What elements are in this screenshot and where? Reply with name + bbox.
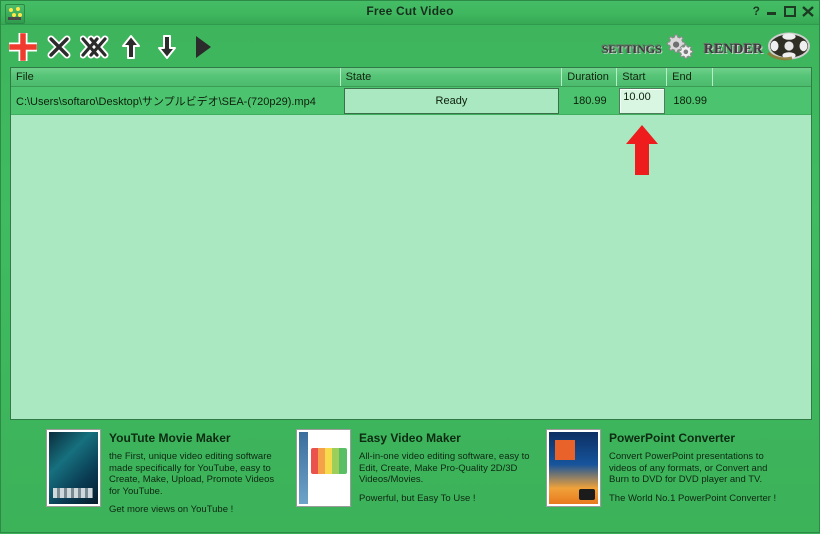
- promo-description: All-in-one video editing software, easy …: [359, 451, 530, 485]
- cell-file-path[interactable]: C:\Users\softaro\Desktop\サンプルビデオ\SEA-(72…: [11, 93, 341, 109]
- cell-state: Ready: [341, 87, 563, 114]
- column-header-state[interactable]: State: [341, 68, 563, 86]
- render-button[interactable]: Render: [704, 31, 811, 68]
- file-list-header: File State Duration Start End: [11, 68, 811, 87]
- title-bar: Free Cut Video ?: [1, 1, 819, 25]
- play-button[interactable]: [187, 30, 219, 64]
- promo-easy-video-maker[interactable]: Easy Video Maker All-in-one video editin…: [296, 429, 541, 534]
- window-title: Free Cut Video: [366, 4, 454, 18]
- move-down-button[interactable]: [151, 30, 183, 64]
- column-header-extra[interactable]: [713, 68, 811, 86]
- promo-youtute-movie-maker[interactable]: YouTute Movie Maker the First, unique vi…: [46, 429, 286, 534]
- window-controls: ?: [753, 4, 814, 18]
- remove-file-button[interactable]: [43, 30, 75, 64]
- table-row[interactable]: C:\Users\softaro\Desktop\サンプルビデオ\SEA-(72…: [11, 87, 811, 115]
- maximize-icon[interactable]: [784, 5, 796, 17]
- promo-title[interactable]: Easy Video Maker: [359, 431, 541, 445]
- cell-start: 10.00: [617, 87, 667, 114]
- column-header-file[interactable]: File: [11, 68, 341, 86]
- move-up-button[interactable]: [115, 30, 147, 64]
- promo-description: Convert PowerPoint presentations to vide…: [609, 451, 768, 485]
- close-icon[interactable]: [802, 5, 814, 17]
- promo-title[interactable]: PowerPoint Converter: [609, 431, 796, 445]
- toolbar: Settings Render: [1, 25, 819, 69]
- film-reel-icon: [765, 31, 811, 68]
- promo-title[interactable]: YouTute Movie Maker: [109, 431, 286, 445]
- promo-text-youtute: YouTute Movie Maker the First, unique vi…: [109, 429, 286, 534]
- promo-banner-area: YouTute Movie Maker the First, unique vi…: [1, 429, 820, 534]
- settings-button[interactable]: Settings: [602, 33, 694, 66]
- settings-label: Settings: [601, 42, 662, 56]
- promo-thumbnail-youtute: [46, 429, 101, 507]
- toolbar-right-group: Settings Render: [602, 31, 811, 68]
- promo-description: the First, unique video editing software…: [109, 451, 275, 497]
- state-value: Ready: [343, 87, 560, 114]
- gear-icon: [664, 33, 694, 66]
- promo-thumbnail-easy-video: [296, 429, 351, 507]
- add-file-button[interactable]: [7, 30, 39, 64]
- column-header-end[interactable]: End: [667, 68, 714, 86]
- cell-end[interactable]: 180.99: [667, 95, 713, 107]
- cell-duration: 180.99: [572, 94, 607, 107]
- remove-all-button[interactable]: [79, 30, 111, 64]
- promo-text-powerpoint: PowerPoint Converter Convert PowerPoint …: [609, 429, 796, 534]
- minimize-icon[interactable]: [766, 6, 778, 17]
- render-label: Render: [703, 41, 763, 57]
- promo-text-easy-video: Easy Video Maker All-in-one video editin…: [359, 429, 541, 534]
- column-header-duration[interactable]: Duration: [562, 68, 618, 86]
- start-value-input[interactable]: 10.00: [619, 87, 666, 114]
- app-window: Free Cut Video ? SETTINGS RENDER File St…: [0, 0, 820, 533]
- toolbar-left-group: [7, 25, 219, 69]
- promo-powerpoint-converter[interactable]: PowerPoint Converter Convert PowerPoint …: [546, 429, 796, 534]
- promo-thumbnail-powerpoint: [546, 429, 601, 507]
- file-list-panel: File State Duration Start End C:\Users\s…: [10, 67, 812, 420]
- column-header-start[interactable]: Start: [617, 68, 668, 86]
- promo-tagline: The World No.1 PowerPoint Converter !: [609, 492, 777, 504]
- promo-tagline: Get more views on YouTube !: [109, 504, 234, 515]
- promo-tagline: Powerful, but Easy To Use !: [359, 492, 476, 504]
- help-button[interactable]: ?: [753, 4, 760, 18]
